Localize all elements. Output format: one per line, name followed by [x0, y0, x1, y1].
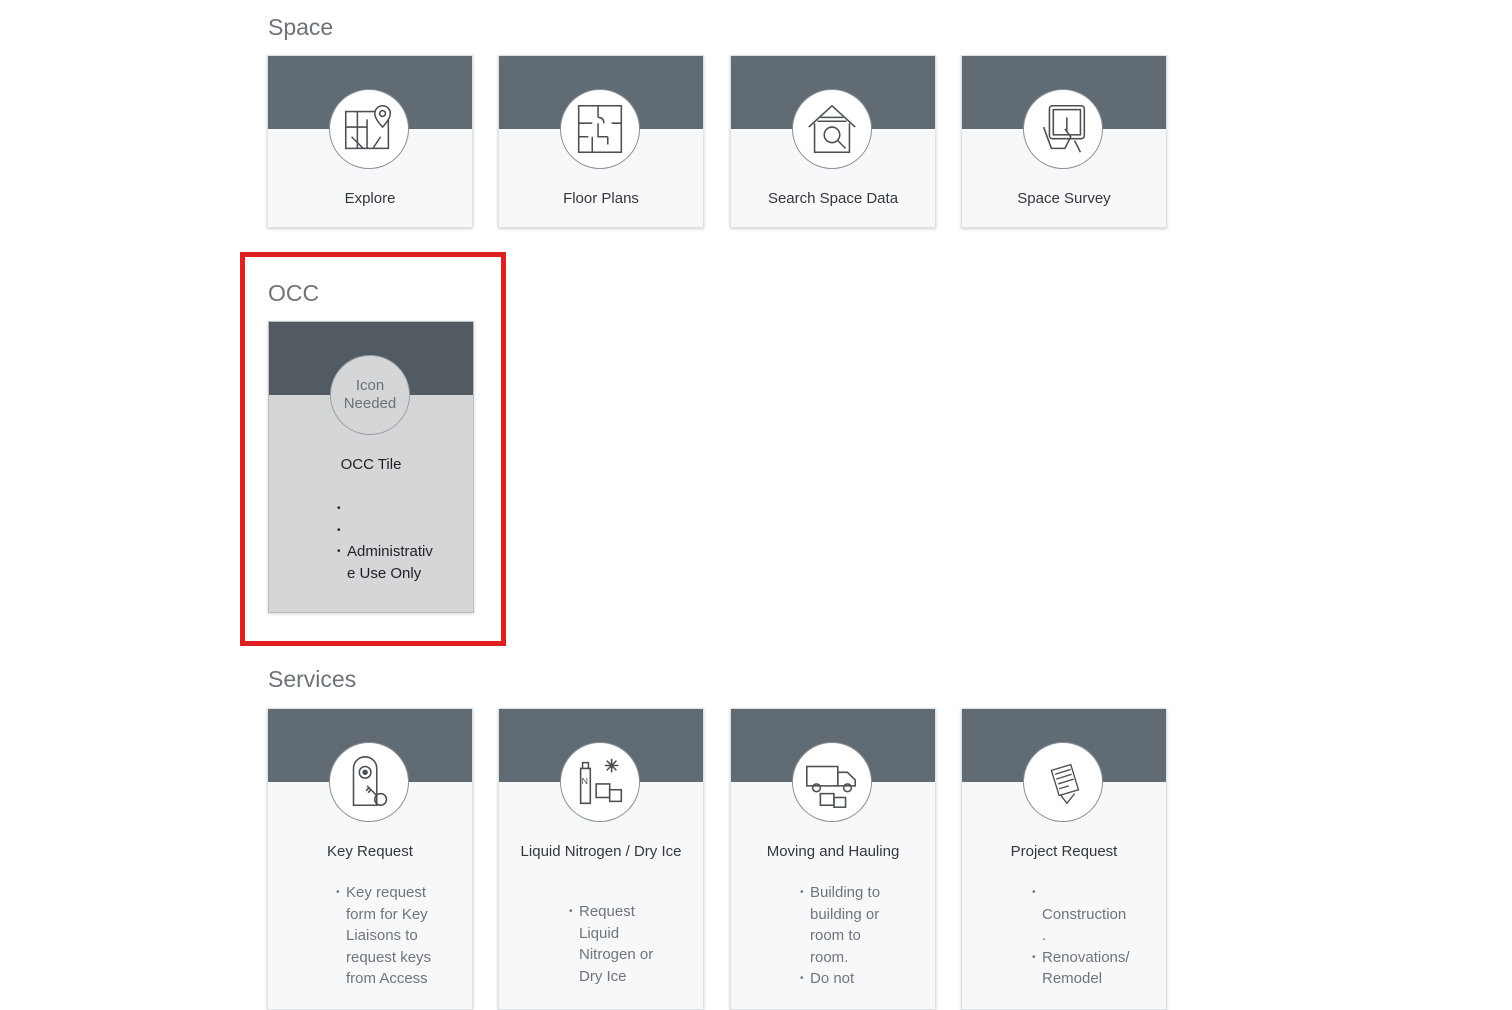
- bullet-line: Renovations/: [1042, 948, 1130, 966]
- tile-label: OCC Tile: [340, 456, 402, 473]
- tile-bullets: Key request form for Key Liaisons to req…: [336, 882, 452, 990]
- bullet-item: [337, 498, 453, 520]
- bullet-line: room.: [810, 948, 849, 966]
- tile-search-space-data[interactable]: Search Space Data: [730, 55, 936, 228]
- tile-key-request[interactable]: Key Request Key request form for Key Lia…: [267, 708, 473, 1010]
- nitrogen-ice-icon: N: [560, 742, 640, 822]
- tile-bullets: Building to building or room to room. Do…: [800, 882, 915, 990]
- tile-bullets: Construction . Renovations/ Remodel: [1032, 882, 1146, 990]
- key-lock-icon: [329, 742, 409, 822]
- bullet-line: Liquid: [579, 924, 620, 942]
- bullet-item: Renovations/ Remodel: [1032, 947, 1146, 990]
- tile-label: Search Space Data: [767, 190, 899, 207]
- tile-label: Floor Plans: [563, 190, 639, 207]
- tile-label: Key Request: [327, 843, 413, 860]
- tile-label: Explore: [344, 190, 396, 207]
- svg-text:N: N: [582, 776, 588, 786]
- bullet-line: from Access: [346, 970, 428, 987]
- tile-floor-plans[interactable]: Floor Plans: [498, 55, 704, 228]
- tile-explore[interactable]: Explore: [267, 55, 473, 228]
- bullet-line: room to: [810, 927, 861, 944]
- bullet-line: Liaisons to: [346, 927, 418, 944]
- tile-bullets: Request Liquid Nitrogen or Dry Ice: [569, 901, 683, 987]
- placeholder-icon: Icon Needed: [330, 355, 410, 435]
- tablet-touch-icon: [1023, 89, 1103, 169]
- tile-label: Moving and Hauling: [766, 843, 900, 860]
- bullet-line: Nitrogen or: [579, 946, 654, 963]
- section-title-services: Services: [268, 666, 357, 692]
- bullet-item: Request Liquid Nitrogen or Dry Ice: [569, 901, 683, 987]
- icon-placeholder-line: Icon: [355, 377, 385, 394]
- bullet-item: Construction .: [1032, 882, 1146, 947]
- bullet-line: Construction: [1042, 905, 1127, 923]
- tile-moving-hauling[interactable]: Moving and Hauling Building to building …: [730, 708, 936, 1010]
- tile-space-survey[interactable]: Space Survey: [961, 55, 1167, 228]
- bullet-line: e Use Only: [347, 564, 422, 582]
- bullet-line: form for Key: [346, 905, 428, 923]
- bullet-line: building or: [810, 905, 880, 923]
- bullet-line: request keys: [346, 948, 432, 966]
- bullet-line: Building to: [810, 884, 881, 901]
- bullet-line: Do not: [810, 970, 855, 987]
- map-pin-icon: [329, 89, 409, 169]
- tile-project-request[interactable]: Project Request Construction . Renovatio…: [961, 708, 1167, 1010]
- bullet-item: Building to building or room to room.: [800, 882, 915, 968]
- bullet-continuation: [337, 520, 453, 542]
- bullet-line: Request: [579, 903, 635, 920]
- floor-plan-icon: [560, 89, 640, 169]
- icon-placeholder-line: Needed: [343, 395, 397, 412]
- icon-placeholder-text: Icon Needed: [344, 377, 397, 413]
- bullet-line: Remodel: [1042, 970, 1103, 987]
- section-title-space: Space: [268, 14, 334, 40]
- moving-truck-icon: [792, 742, 872, 822]
- bullet-text-block: Administrativ e Use Only: [337, 541, 453, 584]
- bullet-line: .: [1042, 927, 1047, 944]
- section-title-occ: OCC: [268, 280, 320, 306]
- bullet-line: Key request: [346, 884, 427, 901]
- bullet-line: Administrativ: [347, 543, 433, 560]
- tile-label: Space Survey: [1017, 190, 1111, 207]
- bullet-item: Do not: [800, 968, 915, 990]
- tile-label: Liquid Nitrogen / Dry Ice: [520, 843, 682, 860]
- tile-label: Project Request: [1010, 843, 1118, 860]
- house-search-icon: [792, 89, 872, 169]
- tile-bullets: Administrativ e Use Only: [337, 498, 453, 584]
- clipboard-icon: [1023, 742, 1103, 822]
- tile-occ[interactable]: Icon Needed OCC Tile Administrativ e Use…: [268, 321, 474, 613]
- tile-liquid-nitrogen[interactable]: N Liquid Nitrogen / Dry Ice Request Liqu…: [498, 708, 704, 1010]
- bullet-item: Key request form for Key Liaisons to req…: [336, 882, 452, 990]
